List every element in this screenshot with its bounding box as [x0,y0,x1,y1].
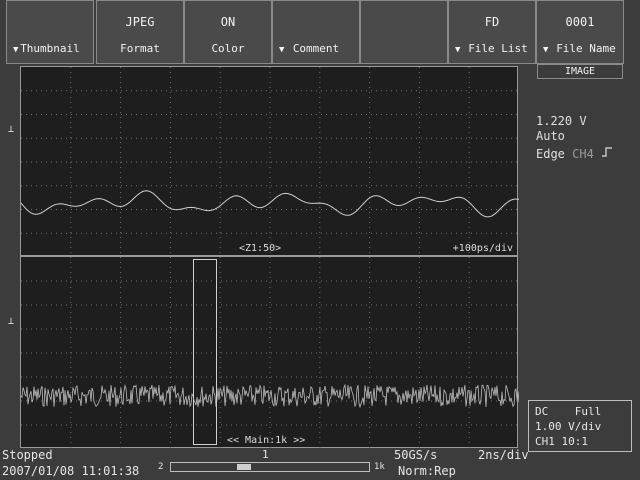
acquisition-state: Stopped [2,448,53,462]
trigger-position-marker: 1 [262,448,269,461]
thumbnail-softkey[interactable]: ▼ Thumbnail [6,0,94,64]
acquisition-mode: Norm:Rep [398,464,456,478]
file-name-softkey[interactable]: 0001 ▼ File Name IMAGE [536,0,624,79]
trigger-type: Edge [536,147,565,161]
image-sub-label: IMAGE [537,64,623,79]
main-waveform-panel[interactable]: << Main:1k >> [20,256,519,449]
trigger-level: 1.220 V [536,114,587,128]
trigger-type-row: Edge CH4 [536,146,613,162]
zoom-waveform-plot [21,67,519,257]
zoom-timebase-label: +100ps/div [452,243,513,254]
zoom-window-box[interactable] [193,259,217,445]
comment-softkey[interactable]: ▼ Comment [272,0,360,64]
graticule [21,257,519,449]
color-label: Color [211,42,245,55]
main-waveform-plot [21,257,519,449]
color-softkey[interactable]: ON Color [184,0,272,64]
softkey-bar: ▼ Thumbnail JPEG Format ON Color ▼ Comme… [0,0,640,79]
bandwidth: Full [574,405,602,418]
record-start-label: 2 [158,462,164,472]
upper-ground-marker-icon: ⊥ [8,124,15,135]
file-list-softkey[interactable]: FD ▼ File List [448,0,536,64]
record-position-scrollbar[interactable] [170,462,370,472]
graticule [21,67,519,257]
channel-info-box[interactable]: DC Full 1.00 V/div CH1 10:1 [528,400,632,452]
main-record-label: << Main:1k >> [227,435,306,446]
format-label: Format [120,42,160,55]
coupling: DC [535,405,549,418]
coupling-row: DC Full [535,404,625,419]
thumbnail-label: Thumbnail [20,42,80,55]
record-position-thumb[interactable] [237,464,251,470]
file-name-label: File Name [556,42,616,55]
timebase: 2ns/div [478,448,529,462]
rising-edge-icon [601,147,613,161]
file-list-label: File List [468,42,528,55]
vdiv: 1.00 V/div [535,420,602,433]
comment-label: Comment [292,42,340,55]
channel-name: CH1 [535,435,555,448]
blank-softkey[interactable] [360,0,448,64]
probe-ratio: 10:1 [561,435,589,448]
zoom-waveform-panel[interactable]: <Z1:50> +100ps/div [20,66,519,257]
date-time: 2007/01/08 11:01:38 [2,464,140,478]
lower-ground-marker-icon: ⊥ [8,316,15,327]
format-softkey[interactable]: JPEG Format [96,0,184,64]
probe-row: CH1 10:1 [535,434,625,449]
main-trace [21,383,519,409]
record-end-label: 1k [374,462,385,472]
file-list-value: FD [484,15,500,29]
dropdown-arrow-icon: ▼ [455,45,461,55]
dropdown-arrow-icon: ▼ [543,45,549,55]
zoom-ratio-label: <Z1:50> [239,243,282,254]
format-value: JPEG [125,15,155,29]
trigger-channel: CH4 [572,147,594,161]
sample-rate: 50GS/s [394,448,438,462]
trigger-mode: Auto [536,129,565,143]
file-name-value: 0001 [565,15,595,29]
color-value: ON [220,15,236,29]
